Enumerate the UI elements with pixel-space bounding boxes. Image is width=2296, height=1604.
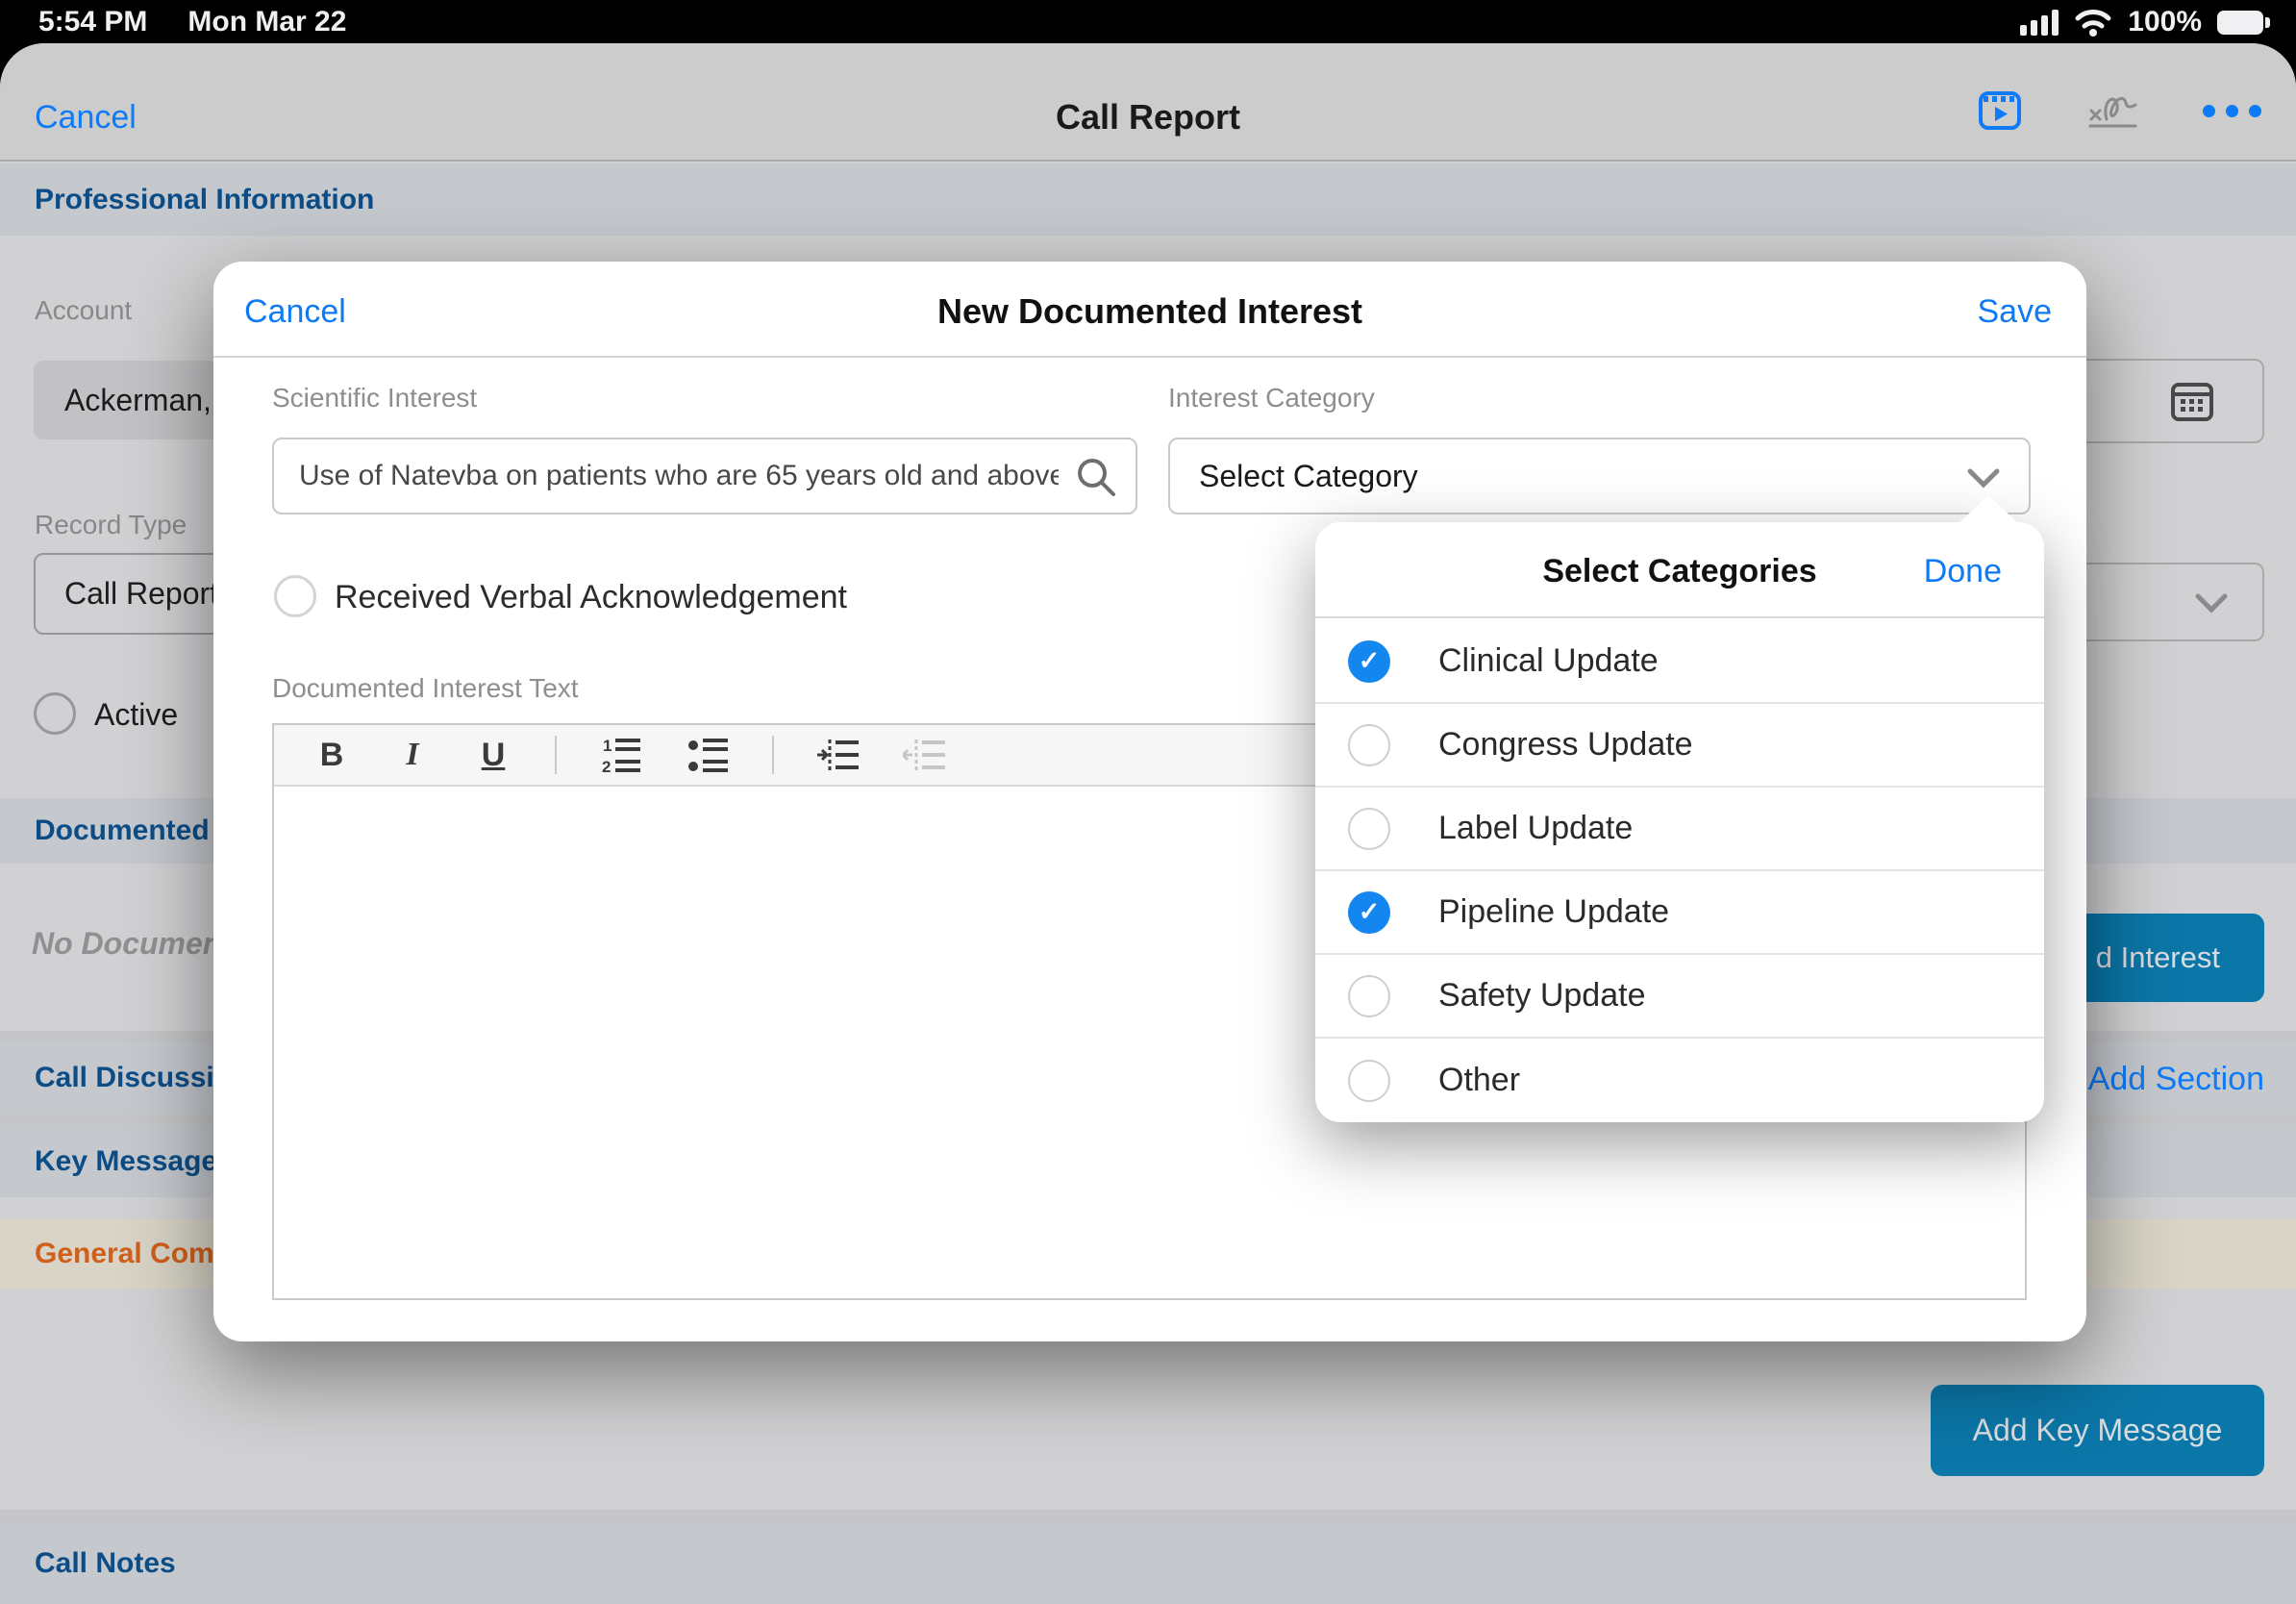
media-player-icon[interactable] — [1978, 90, 2022, 131]
section-title: Call Discussi — [35, 1062, 214, 1094]
checkbox[interactable] — [1348, 1060, 1390, 1102]
popover-arrow — [1958, 495, 2019, 524]
category-row-label-update[interactable]: Label Update — [1315, 788, 2044, 871]
active-label: Active — [94, 697, 178, 733]
category-row-congress-update[interactable]: Congress Update — [1315, 704, 2044, 788]
svg-text:2: 2 — [602, 758, 611, 775]
checkbox[interactable] — [1348, 724, 1390, 766]
bold-button[interactable]: B — [312, 737, 351, 774]
record-type-label: Record Type — [35, 510, 187, 540]
outdent-button[interactable] — [903, 735, 947, 775]
checkbox[interactable] — [1348, 640, 1390, 683]
interest-category-dropdown[interactable]: Select Category — [1168, 438, 2031, 514]
category-row-pipeline-update[interactable]: Pipeline Update — [1315, 871, 2044, 955]
interest-category-label: Interest Category — [1168, 383, 1375, 414]
add-key-message-button[interactable]: Add Key Message — [1931, 1385, 2264, 1476]
checkbox[interactable] — [1348, 808, 1390, 850]
add-section-link[interactable]: Add Section — [2088, 1061, 2264, 1098]
select-categories-popover: Select Categories Done Clinical Update C… — [1315, 522, 2044, 1122]
modal-save-button[interactable]: Save — [1978, 293, 2053, 331]
section-call-notes: Call Notes — [0, 1522, 2296, 1604]
category-row-other[interactable]: Other — [1315, 1039, 2044, 1122]
general-comments-label: General Comm — [35, 1238, 239, 1270]
indent-button[interactable] — [816, 735, 861, 775]
more-options-icon[interactable] — [2203, 105, 2261, 117]
status-time: 5:54 PM — [38, 6, 147, 38]
battery-icon — [2217, 11, 2263, 35]
status-date: Mon Mar 22 — [187, 6, 346, 38]
modal-header: Cancel New Documented Interest Save — [213, 262, 2086, 358]
scientific-interest-label: Scientific Interest — [272, 383, 477, 414]
italic-button[interactable]: I — [393, 737, 432, 773]
popover-header: Select Categories Done — [1315, 522, 2044, 618]
status-bar: 5:54 PM Mon Mar 22 100% — [0, 0, 2296, 43]
calendar-icon — [2170, 379, 2214, 423]
page-title: Call Report — [0, 97, 2296, 138]
battery-percent: 100% — [2128, 6, 2202, 38]
checkbox[interactable] — [1348, 975, 1390, 1017]
active-radio[interactable] — [34, 692, 76, 735]
documented-interest-text-label: Documented Interest Text — [272, 673, 579, 704]
category-row-clinical-update[interactable]: Clinical Update — [1315, 620, 2044, 704]
scientific-interest-input-wrap — [272, 438, 1137, 514]
ordered-list-button[interactable]: 1 2 — [599, 735, 643, 775]
wifi-icon — [2074, 8, 2112, 37]
category-row-safety-update[interactable]: Safety Update — [1315, 955, 2044, 1039]
signature-icon[interactable] — [2085, 89, 2139, 132]
section-title: Professional Information — [35, 184, 374, 216]
chevron-down-icon — [2195, 593, 2228, 614]
received-verbal-ack-radio[interactable] — [274, 575, 316, 617]
done-button[interactable]: Done — [1924, 553, 2002, 590]
section-title: Key Message — [35, 1145, 217, 1178]
modal-title: New Documented Interest — [213, 291, 2086, 332]
account-label: Account — [35, 295, 132, 326]
section-title: Documented — [35, 815, 210, 847]
svg-text:1: 1 — [603, 737, 611, 755]
bullet-list-button[interactable] — [686, 735, 730, 775]
cellular-signal-icon — [2020, 9, 2059, 36]
checkbox[interactable] — [1348, 891, 1390, 934]
navbar: Cancel Call Report — [0, 43, 2296, 162]
section-professional-information: Professional Information — [0, 163, 2296, 236]
underline-button[interactable]: U — [474, 737, 512, 774]
chevron-down-icon — [1967, 468, 2000, 489]
received-verbal-ack-label: Received Verbal Acknowledgement — [335, 579, 847, 616]
search-icon[interactable] — [1074, 455, 1118, 499]
section-title: Call Notes — [35, 1547, 176, 1580]
scientific-interest-input[interactable] — [274, 439, 1136, 513]
